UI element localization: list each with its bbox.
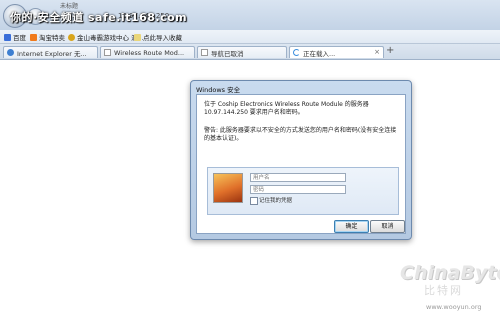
favorite-label: 百度 [13, 34, 26, 42]
tab-ie[interactable]: Internet Explorer 无... [3, 46, 98, 58]
tab-label: 导航已取消 [211, 49, 244, 58]
page-icon [104, 49, 111, 56]
browser-titlebar: 未标题 10.97.144.250 你的·安全频道 safe.it168.com [0, 0, 500, 30]
kingsoft-icon [68, 33, 75, 41]
favorite-label: 点此导入收藏 [143, 34, 182, 42]
source-url-watermark: www.wooyun.org [426, 303, 482, 311]
windows-security-dialog: Windows 安全 位于 Coship Electronics Wireles… [190, 80, 412, 240]
site-watermark: 你的·安全频道 safe.it168.com [10, 11, 188, 24]
favorite-taobao[interactable]: 淘宝特卖 [30, 32, 65, 42]
remember-credentials-label: 记住我的凭据 [259, 198, 293, 204]
tab-wireless-route[interactable]: Wireless Route Mod... [100, 46, 195, 58]
dialog-title: Windows 安全 [196, 86, 241, 94]
dialog-message: 位于 Coship Electronics Wireless Route Mod… [204, 101, 369, 116]
taobao-icon [30, 33, 37, 41]
close-tab-icon[interactable]: × [374, 48, 380, 56]
chinabyte-watermark: ChinaByte [400, 262, 500, 284]
user-avatar [213, 173, 243, 203]
favorite-import[interactable]: 点此导入收藏 [134, 32, 182, 42]
tab-bar: Internet Explorer 无... Wireless Route Mo… [0, 44, 500, 60]
password-field[interactable]: 密码 [250, 185, 346, 194]
dialog-body: 位于 Coship Electronics Wireless Route Mod… [196, 94, 406, 234]
favorite-baidu[interactable]: 百度 [4, 32, 26, 42]
dialog-warning: 警告: 此服务器要求以不安全的方式发送您的用户名和密码(没有安全连接的基本认证)… [204, 127, 397, 142]
import-icon [134, 33, 141, 41]
baidu-icon [4, 33, 11, 41]
credential-tile: 用户名 密码 记住我的凭据 [207, 167, 399, 215]
ok-button[interactable]: 确定 [334, 220, 369, 233]
tab-navigation-cancelled[interactable]: 导航已取消 [197, 46, 287, 58]
loading-icon [293, 49, 300, 56]
tab-loading[interactable]: 正在载入... × [289, 46, 384, 58]
chinabyte-cn-watermark: 比特网 [424, 284, 463, 297]
tab-label: 正在载入... [303, 49, 336, 58]
cancel-button[interactable]: 取消 [370, 220, 405, 233]
ie-icon [7, 49, 14, 56]
username-field[interactable]: 用户名 [250, 173, 346, 182]
tab-label: Internet Explorer 无... [17, 49, 87, 58]
favorites-bar: 百度 淘宝特卖 金山毒霸游戏中心 汇... 点此导入收藏 [0, 30, 500, 44]
favorite-kingsoft[interactable]: 金山毒霸游戏中心 汇... [68, 32, 144, 42]
page-icon [201, 49, 208, 56]
new-tab-button[interactable]: + [386, 45, 394, 56]
tab-label: Wireless Route Mod... [114, 48, 185, 57]
favorite-label: 淘宝特卖 [39, 34, 65, 42]
remember-credentials-checkbox[interactable] [250, 197, 258, 205]
